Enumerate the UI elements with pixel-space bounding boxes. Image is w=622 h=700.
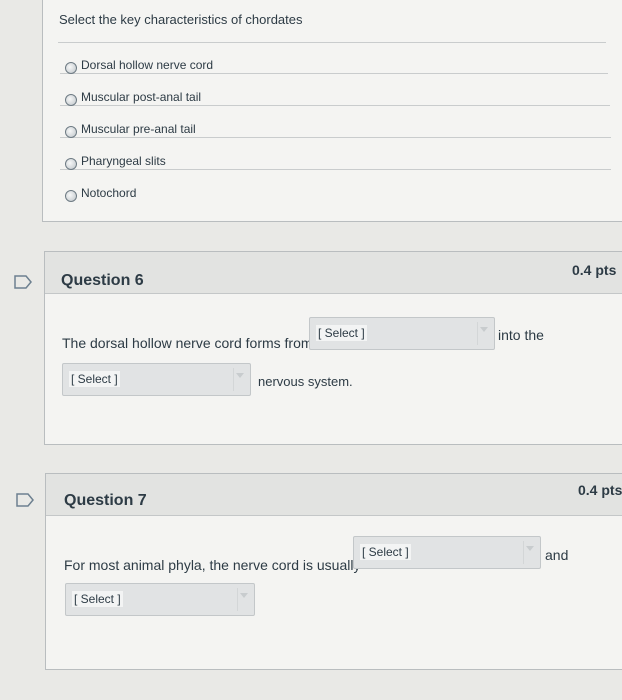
- question-6-title: Question 6: [61, 272, 144, 289]
- question-7-text-part-1: For most animal phyla, the nerve cord is…: [64, 557, 361, 573]
- question-7-dropdown-2[interactable]: [ Select ]: [65, 583, 255, 616]
- question-6-text-part-2: into the: [498, 327, 544, 343]
- question-7-title: Question 7: [64, 492, 147, 509]
- chevron-down-icon: [240, 593, 248, 598]
- answer-option-label: Muscular pre-anal tail: [81, 122, 196, 136]
- question-7-dropdown-1[interactable]: [ Select ]: [353, 536, 541, 569]
- dropdown-divider: [523, 541, 524, 564]
- answer-option-label: Pharyngeal slits: [81, 154, 166, 168]
- bookmark-flag-icon[interactable]: [16, 493, 34, 507]
- radio-button[interactable]: [65, 158, 77, 170]
- question-6-points: 0.4 pts: [572, 262, 617, 278]
- chevron-down-icon: [236, 373, 244, 378]
- dropdown-divider: [477, 322, 478, 345]
- answer-option[interactable]: Pharyngeal slits: [60, 138, 611, 170]
- answer-option[interactable]: Notochord: [60, 170, 611, 202]
- question-7-points: 0.4 pts: [578, 482, 622, 498]
- answer-option[interactable]: Dorsal hollow nerve cord: [60, 42, 608, 74]
- answer-option[interactable]: Muscular post-anal tail: [60, 74, 610, 106]
- dropdown-divider: [233, 368, 234, 391]
- question-6-dropdown-2[interactable]: [ Select ]: [62, 363, 251, 396]
- radio-button[interactable]: [65, 126, 77, 138]
- chevron-down-icon: [480, 327, 488, 332]
- bookmark-flag-icon[interactable]: [14, 275, 32, 289]
- question-6-dropdown-1[interactable]: [ Select ]: [309, 317, 495, 350]
- answer-option-label: Notochord: [81, 186, 137, 200]
- question-6-text-part-3: nervous system.: [258, 374, 353, 389]
- dropdown-value: [ Select ]: [360, 544, 411, 560]
- answer-option[interactable]: Muscular pre-anal tail: [60, 106, 611, 138]
- radio-button[interactable]: [65, 190, 77, 202]
- answer-option-label: Dorsal hollow nerve cord: [81, 58, 214, 72]
- dropdown-value: [ Select ]: [316, 325, 367, 341]
- question-7-text-part-2: and: [545, 547, 569, 563]
- chevron-down-icon: [526, 546, 534, 551]
- dropdown-divider: [237, 588, 238, 611]
- question-5-prompt: Select the key characteristics of chorda…: [59, 12, 303, 27]
- radio-button[interactable]: [65, 94, 77, 106]
- dropdown-value: [ Select ]: [72, 591, 123, 607]
- question-6-text-part-1: The dorsal hollow nerve cord forms from: [62, 335, 313, 351]
- radio-button[interactable]: [65, 62, 77, 74]
- dropdown-value: [ Select ]: [69, 371, 120, 387]
- answer-option-label: Muscular post-anal tail: [81, 90, 202, 104]
